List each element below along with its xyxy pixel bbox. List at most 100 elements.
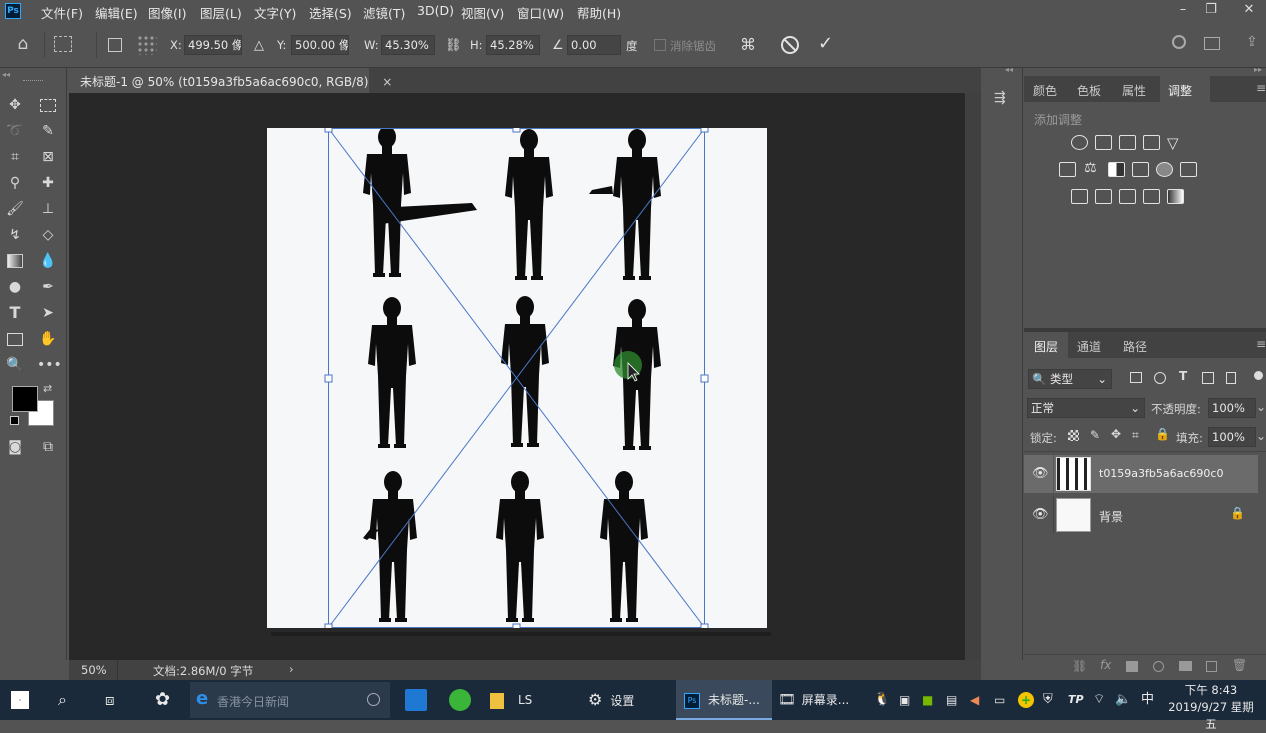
x-input[interactable]: 499.50 像素 xyxy=(184,35,242,55)
transform-mode-icon[interactable] xyxy=(54,36,72,52)
menu-select[interactable]: 选择(S) xyxy=(309,3,352,22)
pen-tool-icon[interactable]: ✒ xyxy=(37,276,59,298)
share-icon[interactable]: ⇪ xyxy=(1246,34,1258,50)
filter-pixel-icon[interactable] xyxy=(1130,372,1142,383)
filter-shape-icon[interactable] xyxy=(1202,372,1214,384)
history-panel-icon[interactable]: ⇶ xyxy=(994,90,1014,110)
color-lookup-icon[interactable] xyxy=(1180,162,1197,177)
document-canvas[interactable] xyxy=(267,128,767,628)
blur-tool-icon[interactable]: 💧 xyxy=(37,250,59,272)
hue-saturation-icon[interactable] xyxy=(1059,162,1076,177)
invert-icon[interactable] xyxy=(1071,189,1088,204)
channel-mixer-icon[interactable] xyxy=(1156,162,1173,177)
taskbar-app-photoshop[interactable]: Ps 未标题-... xyxy=(676,680,772,720)
quick-select-tool-icon[interactable]: ✎ xyxy=(37,120,59,142)
toolbar-grip[interactable] xyxy=(23,80,43,82)
opacity-dropdown-icon[interactable]: ⌄ xyxy=(1256,400,1266,414)
lock-artboard-icon[interactable]: ⌗ xyxy=(1132,428,1139,443)
gradient-tool-icon[interactable] xyxy=(4,250,26,272)
history-brush-tool-icon[interactable]: ↯ xyxy=(4,224,26,246)
quick-mask-icon[interactable]: ◙ xyxy=(4,436,26,458)
collapse-icon[interactable]: ◂◂ xyxy=(2,70,10,79)
frame-tool-icon[interactable]: ⊠ xyxy=(37,146,59,168)
hand-tool-icon[interactable]: ✋ xyxy=(37,328,59,350)
y-input[interactable]: 500.00 像素 xyxy=(291,35,349,55)
gradient-map-icon[interactable] xyxy=(1167,189,1184,204)
crop-tool-icon[interactable]: ⌗ xyxy=(4,146,26,168)
panel-collapse-icon[interactable]: ▸▸ xyxy=(1254,65,1262,74)
workspace-vertical-scrollbar[interactable] xyxy=(965,93,981,660)
h-input[interactable]: 45.28% xyxy=(486,35,540,55)
taskbar-app-settings[interactable]: ⚙ 设置 xyxy=(588,680,634,720)
pinwheel-app-icon[interactable]: ✿ xyxy=(155,680,170,720)
warp-icon[interactable]: ⌘ xyxy=(740,35,756,54)
menu-type[interactable]: 文字(Y) xyxy=(254,3,296,22)
link-icon[interactable]: ⛓ xyxy=(445,38,462,53)
type-tool-icon[interactable]: T xyxy=(4,302,26,324)
search-taskbar-icon[interactable]: ⌕ xyxy=(58,680,67,720)
tab-adjustments[interactable]: 调整 xyxy=(1168,82,1192,99)
filter-toggle-icon[interactable] xyxy=(1254,371,1263,380)
tray-360-icon[interactable]: + xyxy=(1018,692,1034,708)
start-windows-icon[interactable] xyxy=(11,691,29,709)
levels-icon[interactable] xyxy=(1095,135,1112,150)
menu-file[interactable]: 文件(F) xyxy=(41,3,83,22)
photo-filter-icon[interactable] xyxy=(1132,162,1149,177)
layers-menu-icon[interactable]: ≡ xyxy=(1256,337,1266,351)
home-icon[interactable]: ⌂ xyxy=(12,34,34,56)
delete-layer-icon[interactable]: 🗑 xyxy=(1232,658,1247,672)
eye-icon[interactable]: 👁 xyxy=(1032,507,1049,522)
menu-3d[interactable]: 3D(D) xyxy=(417,3,454,18)
qq-tray-icon[interactable]: 🐧 xyxy=(874,680,890,720)
tab-paths[interactable]: 路径 xyxy=(1123,338,1147,355)
posterize-icon[interactable] xyxy=(1095,189,1112,204)
swap-colors-icon[interactable]: ⇄ xyxy=(43,382,52,395)
menu-image[interactable]: 图像(I) xyxy=(148,3,186,22)
tray-battery-icon[interactable]: ▭ xyxy=(994,680,1005,720)
menu-filter[interactable]: 滤镜(T) xyxy=(363,3,405,22)
menu-view[interactable]: 视图(V) xyxy=(461,3,504,22)
close-tab-icon[interactable]: × xyxy=(382,75,392,89)
tab-properties[interactable]: 属性 xyxy=(1122,82,1146,99)
color-balance-icon[interactable]: ⚖ xyxy=(1084,160,1097,176)
foreground-color-swatch[interactable] xyxy=(12,386,38,412)
menu-layer[interactable]: 图层(L) xyxy=(200,3,242,22)
green-browser-icon[interactable] xyxy=(449,689,471,711)
link-layers-icon[interactable]: ⛓ xyxy=(1072,659,1087,673)
lock-transparent-icon[interactable] xyxy=(1068,430,1079,441)
tray-speaker-app-icon[interactable]: ◀ xyxy=(970,680,979,720)
taskbar-search-box[interactable]: e 香港今日新闻 xyxy=(190,682,390,718)
menu-window[interactable]: 窗口(W) xyxy=(517,3,564,22)
path-selection-tool-icon[interactable]: ➤ xyxy=(37,302,59,324)
zoom-tool-icon[interactable]: 🔍 xyxy=(4,354,26,376)
blend-mode-select[interactable]: 正常 ⌄ xyxy=(1027,398,1145,418)
menu-help[interactable]: 帮助(H) xyxy=(577,3,621,22)
cancel-transform-icon[interactable] xyxy=(781,36,799,54)
healing-brush-tool-icon[interactable]: ✚ xyxy=(37,172,59,194)
filter-smart-object-icon[interactable] xyxy=(1226,372,1236,384)
free-transform-box[interactable] xyxy=(267,128,767,628)
layer-row-selected[interactable]: 👁 t0159a3fb5a6ac690c0 xyxy=(1024,455,1258,493)
tray-shield-icon[interactable]: ⛨ xyxy=(1043,680,1053,720)
fill-dropdown-icon[interactable]: ⌄ xyxy=(1256,429,1266,443)
search-icon[interactable] xyxy=(1172,35,1186,49)
screen-mode-icon[interactable]: ⧉ xyxy=(37,436,59,458)
restore-icon[interactable]: ❐ xyxy=(1194,0,1228,20)
layer-lock-icon[interactable]: 🔒 xyxy=(1230,506,1245,520)
add-mask-icon[interactable] xyxy=(1126,661,1138,672)
black-white-icon[interactable] xyxy=(1108,162,1125,177)
layer-name[interactable]: t0159a3fb5a6ac690c0 xyxy=(1099,467,1223,480)
status-menu-arrow-icon[interactable]: › xyxy=(289,662,294,676)
layer-style-icon[interactable]: fx xyxy=(1100,658,1111,672)
angle-input[interactable]: 0.00 xyxy=(567,35,621,55)
fill-input[interactable]: 100% xyxy=(1208,427,1256,447)
commit-transform-icon[interactable]: ✓ xyxy=(818,33,833,54)
curves-icon[interactable] xyxy=(1119,135,1136,150)
nvidia-tray-icon[interactable]: ■ xyxy=(922,680,933,720)
eraser-tool-icon[interactable]: ◇ xyxy=(37,224,59,246)
reference-point-grid-icon[interactable] xyxy=(137,35,157,55)
layer-row-background[interactable]: 👁 背景 🔒 xyxy=(1024,496,1258,534)
menu-edit[interactable]: 编辑(E) xyxy=(95,3,138,22)
marquee-tool-icon[interactable] xyxy=(37,94,59,116)
workspace-icon[interactable] xyxy=(1204,37,1220,50)
